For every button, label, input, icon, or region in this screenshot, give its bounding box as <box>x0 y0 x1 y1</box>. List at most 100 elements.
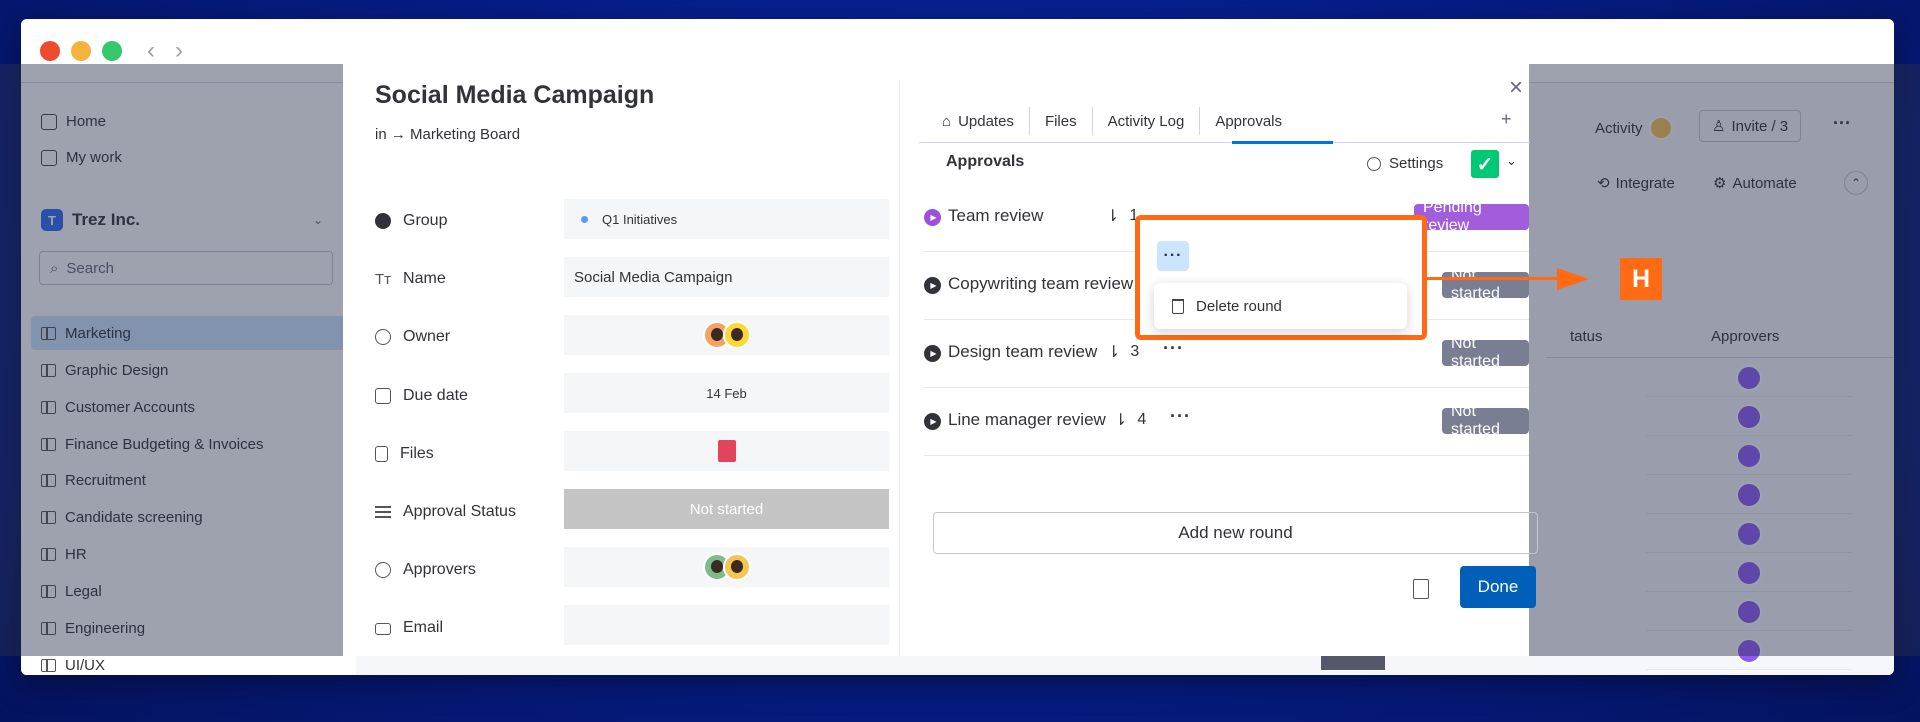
group-cell[interactable]: Q1 Initiatives <box>564 199 889 239</box>
tab-files[interactable]: Files <box>1030 107 1093 135</box>
round-options-menu: Delete round <box>1154 283 1407 329</box>
tab-label: Approvals <box>1215 112 1283 130</box>
field-label: Files <box>400 445 434 462</box>
modal-breadcrumb[interactable]: in → Marketing Board <box>375 126 520 143</box>
round-status-badge[interactable]: Not started <box>1442 267 1529 302</box>
round-count: ⇂ 4 <box>1114 410 1146 430</box>
round-status-badge[interactable]: Not started <box>1442 335 1529 370</box>
minimize-window-button[interactable] <box>71 41 91 61</box>
active-tab-indicator <box>1232 141 1333 144</box>
play-icon[interactable]: ▶ <box>924 209 941 226</box>
settings-button[interactable]: Settings <box>1367 155 1443 172</box>
field-label: Name <box>403 270 446 287</box>
round-count-value: 4 <box>1137 411 1147 428</box>
field-label: Approval Status <box>403 503 516 520</box>
round-status-badge[interactable]: Not started <box>1442 403 1529 438</box>
home-icon: ⌂ <box>942 112 952 130</box>
approvers-cell[interactable] <box>564 547 889 587</box>
group-value: Q1 Initiatives <box>602 211 678 227</box>
round-count: ⇂ 1 <box>1106 206 1138 226</box>
done-button[interactable]: Done <box>1460 566 1536 608</box>
close-window-button[interactable] <box>40 41 60 61</box>
approval-status-cell[interactable]: Not started <box>564 489 889 529</box>
round-name: Design team review <box>948 342 1098 361</box>
tab-updates[interactable]: ⌂ Updates <box>927 107 1030 135</box>
tab-label: Activity Log <box>1107 112 1185 130</box>
document-search-icon[interactable] <box>1413 579 1429 599</box>
delete-round-item[interactable]: Delete round <box>1196 298 1282 315</box>
field-name: Tт Name <box>375 270 446 288</box>
settings-label: Settings <box>1389 155 1444 172</box>
files-cell[interactable] <box>564 431 889 471</box>
person-icon <box>375 562 391 578</box>
text-icon: Tт <box>375 270 392 288</box>
field-label: Owner <box>403 328 451 345</box>
email-cell[interactable] <box>564 605 889 645</box>
round-name: Copywriting team review <box>948 274 1134 293</box>
file-icon <box>375 446 388 462</box>
calendar-icon <box>375 388 391 404</box>
board-label: UI/UX <box>65 657 106 674</box>
status-icon <box>375 506 391 518</box>
trash-icon <box>1172 298 1184 314</box>
highlighted-round-menu: ··· Delete round <box>1135 215 1427 340</box>
sort-icon: ⇂ <box>1107 344 1121 361</box>
sort-icon: ⇂ <box>1114 412 1128 429</box>
modal-divider <box>899 80 900 656</box>
tab-label: Files <box>1044 112 1077 130</box>
field-owner: Owner <box>375 328 450 346</box>
field-files: Files <box>375 445 434 463</box>
tab-approvals[interactable]: Approvals <box>1200 107 1297 135</box>
field-approvers: Approvers <box>375 561 476 579</box>
pdf-file-icon[interactable] <box>717 440 736 462</box>
play-icon[interactable]: ▶ <box>924 345 941 362</box>
field-label: Approvers <box>403 561 476 578</box>
round-name: Line manager review <box>948 410 1106 429</box>
sort-icon: ⇂ <box>1106 208 1120 225</box>
mail-icon <box>375 623 391 635</box>
add-new-round-button[interactable]: Add new round <box>933 512 1538 554</box>
field-due-date: Due date <box>375 387 468 405</box>
play-icon[interactable]: ▶ <box>924 413 941 430</box>
round-options-button[interactable]: ··· <box>1157 241 1189 271</box>
avatar <box>722 553 751 581</box>
annotation-arrowhead <box>1557 268 1589 290</box>
maximize-window-button[interactable] <box>102 41 122 61</box>
tab-label: Updates <box>958 112 1014 130</box>
board-icon <box>41 659 56 672</box>
close-icon[interactable]: × <box>1509 74 1523 102</box>
group-icon <box>375 213 391 229</box>
round-count-value: 3 <box>1130 343 1140 360</box>
tab-activity-log[interactable]: Activity Log <box>1093 107 1201 135</box>
play-icon[interactable]: ▶ <box>924 277 941 294</box>
sidebar-board-item[interactable]: UI/UX <box>41 657 105 674</box>
avatar <box>722 321 751 349</box>
back-arrow-icon[interactable]: ‹ <box>147 37 155 65</box>
round-count: ⇂ 3 <box>1107 342 1139 362</box>
forward-arrow-icon[interactable]: › <box>175 37 183 65</box>
round-options-button[interactable]: ··· <box>1170 406 1191 427</box>
due-date-value: 14 Feb <box>706 385 747 401</box>
round-status-badge[interactable]: Pending review <box>1414 199 1529 234</box>
annotation-arrow <box>1427 277 1565 280</box>
tabs-divider <box>919 142 1530 143</box>
add-tab-button[interactable]: + <box>1501 109 1512 130</box>
field-label: Email <box>403 619 444 636</box>
due-date-cell[interactable]: 14 Feb <box>564 373 889 413</box>
field-group: Group <box>375 212 447 230</box>
gear-icon <box>1367 156 1381 171</box>
field-approval-status: Approval Status <box>375 503 516 521</box>
name-cell[interactable]: Social Media Campaign <box>564 257 889 297</box>
owner-cell[interactable] <box>564 315 889 355</box>
round-options-button[interactable]: ··· <box>1163 338 1184 359</box>
approval-round-row[interactable]: ▶ Line manager review ⇂ 4 ··· Not started <box>924 388 1529 456</box>
checkmark-icon[interactable]: ✓ <box>1471 150 1499 178</box>
annotation-badge: H <box>1620 258 1662 300</box>
group-color-dot <box>581 215 588 223</box>
field-label: Due date <box>403 387 468 404</box>
chevron-down-icon[interactable]: ⌄ <box>1506 153 1517 169</box>
modal-title: Social Media Campaign <box>375 81 655 109</box>
modal-tabs: ⌂ Updates Files Activity Log Approvals <box>927 107 1297 135</box>
person-icon <box>375 329 391 345</box>
round-name: Team review <box>948 206 1044 225</box>
